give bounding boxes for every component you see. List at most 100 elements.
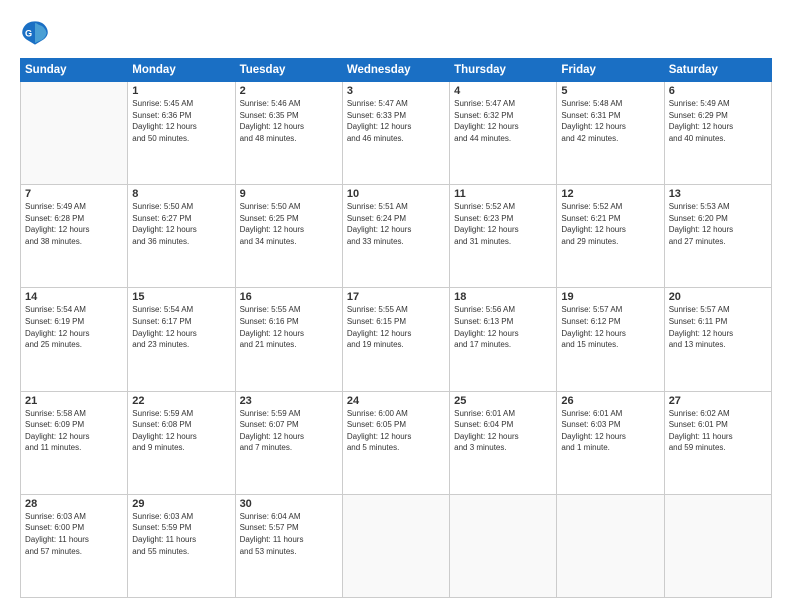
day-number: 30	[240, 498, 338, 510]
day-info: Sunrise: 5:46 AM Sunset: 6:35 PM Dayligh…	[240, 98, 338, 144]
day-number: 29	[132, 498, 230, 510]
logo: G	[20, 18, 54, 48]
calendar-cell	[664, 494, 771, 597]
calendar-cell: 12Sunrise: 5:52 AM Sunset: 6:21 PM Dayli…	[557, 185, 664, 288]
day-number: 19	[561, 291, 659, 303]
day-number: 7	[25, 188, 123, 200]
day-info: Sunrise: 5:51 AM Sunset: 6:24 PM Dayligh…	[347, 201, 445, 247]
day-number: 24	[347, 395, 445, 407]
day-info: Sunrise: 5:52 AM Sunset: 6:23 PM Dayligh…	[454, 201, 552, 247]
calendar-cell: 16Sunrise: 5:55 AM Sunset: 6:16 PM Dayli…	[235, 288, 342, 391]
logo-icon: G	[20, 18, 50, 48]
day-number: 2	[240, 85, 338, 97]
page: G SundayMondayTuesdayWednesdayThursdayFr…	[0, 0, 792, 612]
calendar-cell: 24Sunrise: 6:00 AM Sunset: 6:05 PM Dayli…	[342, 391, 449, 494]
day-info: Sunrise: 5:47 AM Sunset: 6:33 PM Dayligh…	[347, 98, 445, 144]
calendar-cell: 10Sunrise: 5:51 AM Sunset: 6:24 PM Dayli…	[342, 185, 449, 288]
day-number: 27	[669, 395, 767, 407]
day-info: Sunrise: 6:00 AM Sunset: 6:05 PM Dayligh…	[347, 408, 445, 454]
day-info: Sunrise: 5:56 AM Sunset: 6:13 PM Dayligh…	[454, 304, 552, 350]
day-number: 9	[240, 188, 338, 200]
calendar-cell	[557, 494, 664, 597]
day-info: Sunrise: 5:47 AM Sunset: 6:32 PM Dayligh…	[454, 98, 552, 144]
weekday-header-wednesday: Wednesday	[342, 59, 449, 82]
day-number: 28	[25, 498, 123, 510]
weekday-header-friday: Friday	[557, 59, 664, 82]
day-info: Sunrise: 5:55 AM Sunset: 6:15 PM Dayligh…	[347, 304, 445, 350]
day-number: 18	[454, 291, 552, 303]
weekday-header-row: SundayMondayTuesdayWednesdayThursdayFrid…	[21, 59, 772, 82]
day-info: Sunrise: 5:45 AM Sunset: 6:36 PM Dayligh…	[132, 98, 230, 144]
calendar-cell: 28Sunrise: 6:03 AM Sunset: 6:00 PM Dayli…	[21, 494, 128, 597]
calendar-cell: 20Sunrise: 5:57 AM Sunset: 6:11 PM Dayli…	[664, 288, 771, 391]
day-number: 23	[240, 395, 338, 407]
day-number: 25	[454, 395, 552, 407]
day-info: Sunrise: 5:54 AM Sunset: 6:19 PM Dayligh…	[25, 304, 123, 350]
day-number: 3	[347, 85, 445, 97]
calendar-cell: 17Sunrise: 5:55 AM Sunset: 6:15 PM Dayli…	[342, 288, 449, 391]
weekday-header-sunday: Sunday	[21, 59, 128, 82]
day-number: 10	[347, 188, 445, 200]
day-number: 4	[454, 85, 552, 97]
day-info: Sunrise: 5:57 AM Sunset: 6:12 PM Dayligh…	[561, 304, 659, 350]
day-info: Sunrise: 5:59 AM Sunset: 6:08 PM Dayligh…	[132, 408, 230, 454]
calendar-cell: 9Sunrise: 5:50 AM Sunset: 6:25 PM Daylig…	[235, 185, 342, 288]
calendar-cell: 3Sunrise: 5:47 AM Sunset: 6:33 PM Daylig…	[342, 82, 449, 185]
day-number: 8	[132, 188, 230, 200]
svg-text:G: G	[25, 28, 32, 38]
calendar-cell: 14Sunrise: 5:54 AM Sunset: 6:19 PM Dayli…	[21, 288, 128, 391]
day-info: Sunrise: 5:53 AM Sunset: 6:20 PM Dayligh…	[669, 201, 767, 247]
calendar-cell: 11Sunrise: 5:52 AM Sunset: 6:23 PM Dayli…	[450, 185, 557, 288]
day-number: 12	[561, 188, 659, 200]
day-info: Sunrise: 5:49 AM Sunset: 6:29 PM Dayligh…	[669, 98, 767, 144]
calendar-cell: 21Sunrise: 5:58 AM Sunset: 6:09 PM Dayli…	[21, 391, 128, 494]
calendar-cell: 18Sunrise: 5:56 AM Sunset: 6:13 PM Dayli…	[450, 288, 557, 391]
calendar-cell: 5Sunrise: 5:48 AM Sunset: 6:31 PM Daylig…	[557, 82, 664, 185]
calendar-cell: 22Sunrise: 5:59 AM Sunset: 6:08 PM Dayli…	[128, 391, 235, 494]
day-number: 15	[132, 291, 230, 303]
day-number: 20	[669, 291, 767, 303]
day-number: 6	[669, 85, 767, 97]
day-number: 13	[669, 188, 767, 200]
calendar-cell: 6Sunrise: 5:49 AM Sunset: 6:29 PM Daylig…	[664, 82, 771, 185]
calendar-cell: 1Sunrise: 5:45 AM Sunset: 6:36 PM Daylig…	[128, 82, 235, 185]
calendar-cell: 15Sunrise: 5:54 AM Sunset: 6:17 PM Dayli…	[128, 288, 235, 391]
day-number: 1	[132, 85, 230, 97]
day-number: 22	[132, 395, 230, 407]
day-number: 11	[454, 188, 552, 200]
day-info: Sunrise: 6:01 AM Sunset: 6:03 PM Dayligh…	[561, 408, 659, 454]
day-info: Sunrise: 5:52 AM Sunset: 6:21 PM Dayligh…	[561, 201, 659, 247]
weekday-header-thursday: Thursday	[450, 59, 557, 82]
calendar-table: SundayMondayTuesdayWednesdayThursdayFrid…	[20, 58, 772, 598]
day-number: 26	[561, 395, 659, 407]
day-number: 17	[347, 291, 445, 303]
calendar-cell: 2Sunrise: 5:46 AM Sunset: 6:35 PM Daylig…	[235, 82, 342, 185]
calendar-cell: 30Sunrise: 6:04 AM Sunset: 5:57 PM Dayli…	[235, 494, 342, 597]
day-info: Sunrise: 6:03 AM Sunset: 6:00 PM Dayligh…	[25, 511, 123, 557]
weekday-header-tuesday: Tuesday	[235, 59, 342, 82]
calendar-cell	[21, 82, 128, 185]
day-info: Sunrise: 5:50 AM Sunset: 6:27 PM Dayligh…	[132, 201, 230, 247]
week-row-4: 21Sunrise: 5:58 AM Sunset: 6:09 PM Dayli…	[21, 391, 772, 494]
calendar-cell: 13Sunrise: 5:53 AM Sunset: 6:20 PM Dayli…	[664, 185, 771, 288]
day-info: Sunrise: 5:50 AM Sunset: 6:25 PM Dayligh…	[240, 201, 338, 247]
weekday-header-saturday: Saturday	[664, 59, 771, 82]
day-info: Sunrise: 5:55 AM Sunset: 6:16 PM Dayligh…	[240, 304, 338, 350]
calendar-cell: 8Sunrise: 5:50 AM Sunset: 6:27 PM Daylig…	[128, 185, 235, 288]
calendar-cell: 19Sunrise: 5:57 AM Sunset: 6:12 PM Dayli…	[557, 288, 664, 391]
day-info: Sunrise: 5:57 AM Sunset: 6:11 PM Dayligh…	[669, 304, 767, 350]
day-number: 5	[561, 85, 659, 97]
calendar-cell: 27Sunrise: 6:02 AM Sunset: 6:01 PM Dayli…	[664, 391, 771, 494]
header: G	[20, 18, 772, 48]
day-info: Sunrise: 5:49 AM Sunset: 6:28 PM Dayligh…	[25, 201, 123, 247]
day-info: Sunrise: 6:04 AM Sunset: 5:57 PM Dayligh…	[240, 511, 338, 557]
day-info: Sunrise: 6:03 AM Sunset: 5:59 PM Dayligh…	[132, 511, 230, 557]
week-row-2: 7Sunrise: 5:49 AM Sunset: 6:28 PM Daylig…	[21, 185, 772, 288]
calendar-cell	[342, 494, 449, 597]
calendar-cell: 4Sunrise: 5:47 AM Sunset: 6:32 PM Daylig…	[450, 82, 557, 185]
calendar-cell: 25Sunrise: 6:01 AM Sunset: 6:04 PM Dayli…	[450, 391, 557, 494]
calendar-cell: 26Sunrise: 6:01 AM Sunset: 6:03 PM Dayli…	[557, 391, 664, 494]
day-info: Sunrise: 6:02 AM Sunset: 6:01 PM Dayligh…	[669, 408, 767, 454]
day-number: 21	[25, 395, 123, 407]
day-info: Sunrise: 5:54 AM Sunset: 6:17 PM Dayligh…	[132, 304, 230, 350]
